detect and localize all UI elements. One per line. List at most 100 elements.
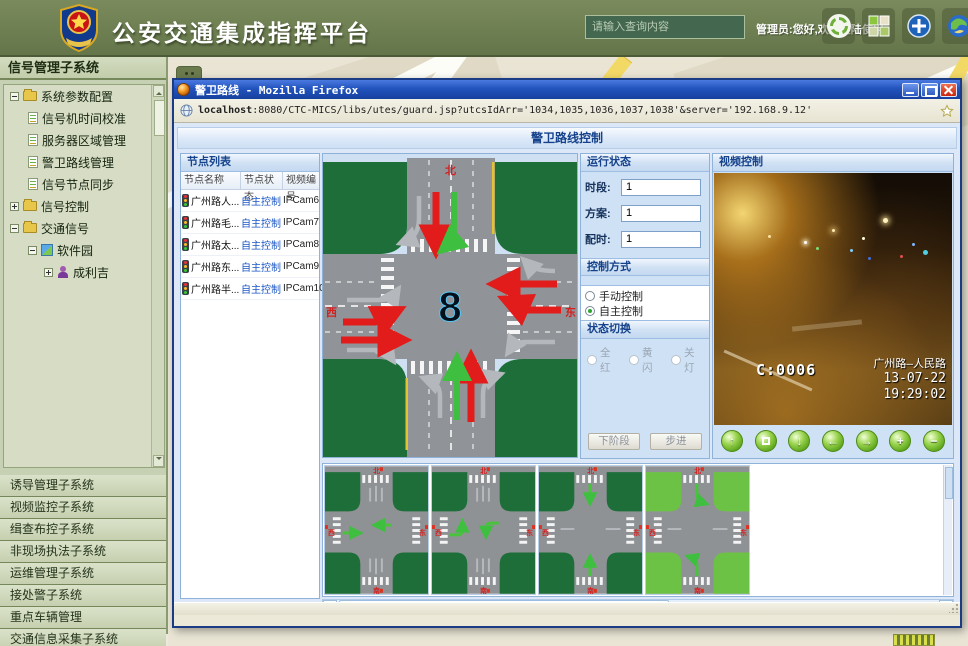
radio-manual-control[interactable]: 手动控制 (585, 288, 705, 303)
node-status-link[interactable]: 自主控制 (241, 281, 283, 296)
folder-icon (23, 201, 37, 211)
next-stage-button[interactable]: 下阶段 (588, 433, 640, 450)
radio-lights-off[interactable]: 关灯 (671, 345, 703, 375)
scroll-down-icon[interactable] (153, 455, 164, 467)
node-list-header: 节点列表 (181, 154, 319, 172)
table-row[interactable]: 广州路毛... 自主控制 IPCam7 (181, 212, 319, 234)
app-title: 公安交通集成指挥平台 (112, 14, 372, 48)
expand-icon[interactable] (10, 202, 19, 211)
tree-item-software-park[interactable]: 软件园 (4, 239, 164, 261)
expand-icon[interactable] (44, 268, 53, 277)
camera-date-overlay: 13-07-22 (883, 371, 946, 386)
phase-thumbnail-2[interactable]: 北 西 东 南 (431, 465, 536, 595)
radio-icon[interactable] (587, 355, 597, 365)
bookmark-star-icon[interactable] (940, 104, 954, 118)
sidebar-item-traffic-info-collect[interactable]: 交通信息采集子系统 (0, 629, 166, 646)
table-row[interactable]: 广州路太... 自主控制 IPCam8 (181, 234, 319, 256)
resize-grip-icon[interactable] (949, 604, 958, 613)
node-status-link[interactable]: 自主控制 (241, 193, 283, 208)
window-titlebar[interactable]: 警卫路线 - Mozilla Firefox (174, 80, 960, 99)
tree-item-signal-control[interactable]: 信号控制 (4, 195, 164, 217)
timing-label: 配时: (585, 231, 617, 247)
period-label: 时段: (585, 179, 617, 195)
radio-yellow-flash[interactable]: 黄闪 (629, 345, 661, 375)
sidebar-item-alarm-dispatch[interactable]: 接处警子系统 (0, 585, 166, 607)
zoom-out-button[interactable]: − (923, 430, 945, 452)
state-switch-header: 状态切换 (581, 321, 709, 339)
phase-thumbnail-3[interactable]: 北 西 东 南 (538, 465, 643, 595)
tree-item-clock-calibration[interactable]: 信号机时间校准 (4, 107, 164, 129)
radio-icon[interactable] (671, 355, 681, 365)
radio-all-red[interactable]: 全红 (587, 345, 619, 375)
step-button[interactable]: 步进 (650, 433, 702, 450)
tree-scrollbar[interactable] (151, 85, 164, 467)
svg-text:东: 东 (526, 528, 533, 537)
sidebar-item-guidance[interactable]: 诱导管理子系统 (0, 475, 166, 497)
plan-input[interactable] (621, 205, 701, 222)
tree-item-server-region[interactable]: 服务器区域管理 (4, 129, 164, 151)
node-status-link[interactable]: 自主控制 (241, 237, 283, 252)
tree-item-node-sync[interactable]: 信号节点同步 (4, 173, 164, 195)
search-input[interactable] (585, 15, 745, 39)
svg-text:南: 南 (373, 586, 380, 595)
sidebar-item-ops-management[interactable]: 运维管理子系统 (0, 563, 166, 585)
maximize-button[interactable] (921, 83, 938, 97)
svg-text:西: 西 (328, 529, 335, 537)
collapse-icon[interactable] (10, 92, 19, 101)
stop-button[interactable] (755, 430, 777, 452)
nav-tree: 系统参数配置 信号机时间校准 服务器区域管理 警卫路线管理 信号节点同步 信号控… (3, 84, 165, 468)
sidebar-item-key-vehicles[interactable]: 重点车辆管理 (0, 607, 166, 629)
site-globe-icon (180, 104, 193, 117)
traffic-light-icon (182, 260, 189, 273)
tree-item-traffic-signal[interactable]: 交通信号 (4, 217, 164, 239)
timing-input[interactable] (621, 231, 701, 248)
refresh-icon[interactable] (822, 8, 855, 44)
tree-item-guard-route[interactable]: 警卫路线管理 (4, 151, 164, 173)
stop-icon (762, 437, 770, 445)
pan-left-button[interactable]: ← (822, 430, 844, 452)
radio-autonomous-control[interactable]: 自主控制 (585, 303, 705, 318)
region-icon (41, 244, 53, 256)
phase-strip-vertical-scrollbar[interactable] (943, 465, 952, 595)
phase-thumbnail-4-selected[interactable]: 北 西 东 南 (645, 465, 750, 595)
add-icon[interactable] (902, 8, 935, 44)
close-button[interactable] (940, 83, 957, 97)
table-row[interactable]: 广州路半... 自主控制 IPCam10 (181, 278, 319, 300)
pan-up-button[interactable]: ↑ (721, 430, 743, 452)
phase-thumbnail-1[interactable]: 北 西 东 南 (324, 465, 429, 595)
node-status-link[interactable]: 自主控制 (241, 215, 283, 230)
video-panel: 视频控制 C:0006 广州路—人民路 13-07-22 19:29:02 ↑ … (712, 153, 954, 459)
plan-label: 方案: (585, 205, 617, 221)
folder-icon (23, 91, 37, 101)
sidebar-item-checkpoint[interactable]: 缉查布控子系统 (0, 519, 166, 541)
tree-item-system-params[interactable]: 系统参数配置 (4, 85, 164, 107)
scroll-thumb[interactable] (154, 100, 165, 136)
radio-icon[interactable] (585, 291, 595, 301)
table-row[interactable]: 广州路人... 自主控制 IPCam6 (181, 190, 319, 212)
tree-item-chengliji[interactable]: 成利吉 (4, 261, 164, 283)
node-status-link[interactable]: 自主控制 (241, 259, 283, 274)
url-text[interactable]: localhost:8080/CTC-MICS/libs/utes/guard.… (198, 105, 935, 116)
url-path: :8080/CTC-MICS/libs/utes/guard.jsp?utcsI… (252, 105, 812, 116)
zoom-in-button[interactable]: + (889, 430, 911, 452)
scroll-up-icon[interactable] (153, 85, 164, 97)
globe-icon[interactable] (942, 8, 968, 44)
sidebar-item-video-surveillance[interactable]: 视频监控子系统 (0, 497, 166, 519)
traffic-light-icon (182, 216, 189, 229)
pan-down-button[interactable]: ↓ (788, 430, 810, 452)
camera-time-overlay: 19:29:02 (883, 387, 946, 402)
state-switch-options: 全红 黄闪 关灯 (581, 339, 709, 375)
period-input[interactable] (621, 179, 701, 196)
sidebar-item-offsite-enforcement[interactable]: 非现场执法子系统 (0, 541, 166, 563)
radio-selected-icon[interactable] (585, 306, 595, 316)
radio-icon[interactable] (629, 355, 639, 365)
table-row[interactable]: 广州路东... 自主控制 IPCam9 (181, 256, 319, 278)
url-bar[interactable]: localhost:8080/CTC-MICS/libs/utes/guard.… (174, 99, 960, 123)
collapse-icon[interactable] (28, 246, 37, 255)
minimize-button[interactable] (902, 83, 919, 97)
pan-right-button[interactable]: → (856, 430, 878, 452)
map-tiles-icon[interactable] (862, 8, 895, 44)
collapse-icon[interactable] (10, 224, 19, 233)
svg-text:北: 北 (480, 466, 487, 475)
phase-countdown: 8 (438, 283, 461, 330)
